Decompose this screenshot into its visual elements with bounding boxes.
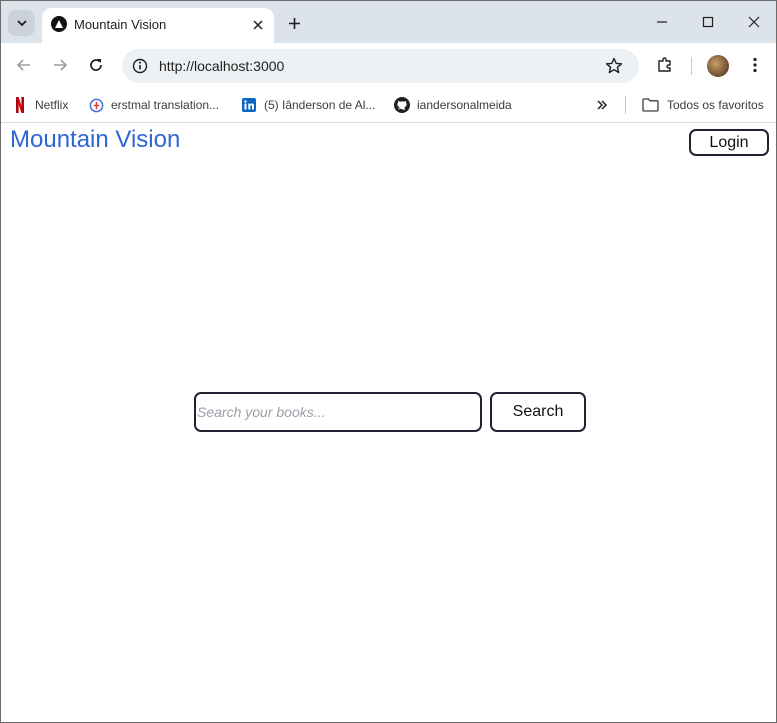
minimize-button[interactable] (647, 9, 677, 35)
kebab-menu-icon (753, 57, 757, 73)
tab-active[interactable]: Mountain Vision (42, 8, 274, 43)
puzzle-icon (658, 57, 671, 72)
double-chevron-right-icon (597, 100, 608, 110)
netflix-icon (15, 97, 25, 113)
tab-title: Mountain Vision (74, 17, 167, 32)
bookmark-github[interactable]: iandersonalmeida (394, 95, 512, 115)
search-input[interactable] (194, 392, 482, 432)
folder-icon (642, 97, 659, 113)
browser-window: Mountain Vision http://localhost:3000 Ne… (0, 0, 777, 723)
tab-close-icon[interactable] (249, 16, 267, 34)
bookmarks-divider (625, 96, 626, 114)
back-button[interactable] (12, 53, 36, 77)
maximize-button[interactable] (693, 9, 723, 35)
github-icon (394, 97, 410, 113)
close-icon (748, 16, 760, 28)
address-bar[interactable]: http://localhost:3000 (122, 49, 639, 83)
minimize-icon (657, 21, 667, 23)
bookmark-netflix[interactable]: Netflix (15, 95, 68, 115)
bookmark-label: (5) Iânderson de Al... (264, 98, 376, 112)
all-bookmarks-label: Todos os favoritos (667, 98, 764, 112)
search-button[interactable]: Search (490, 392, 586, 432)
bookmark-label: erstmal translation... (111, 98, 220, 112)
linkedin-icon (241, 97, 257, 113)
close-window-button[interactable] (739, 9, 769, 35)
profile-avatar[interactable] (707, 55, 729, 77)
plus-icon (288, 17, 300, 29)
reload-button[interactable] (84, 53, 108, 77)
menu-button[interactable] (743, 53, 767, 77)
brand-title[interactable]: Mountain Vision (10, 126, 180, 154)
toolbar-divider (691, 57, 692, 75)
bookmark-label: Netflix (35, 98, 69, 112)
forward-button[interactable] (48, 53, 72, 77)
maximize-icon (702, 16, 714, 28)
bookmarks-bar: Netflix erstmal translation... (5) Iânde… (1, 87, 776, 123)
bookmark-linkedin[interactable]: (5) Iânderson de Al... (241, 95, 375, 115)
browser-toolbar: http://localhost:3000 (1, 43, 776, 87)
site-info-icon[interactable] (132, 58, 148, 74)
tab-search-button[interactable] (8, 10, 35, 36)
all-bookmarks-folder[interactable]: Todos os favoritos (642, 95, 764, 115)
bookmark-star-icon[interactable] (604, 56, 624, 76)
login-button[interactable]: Login (689, 129, 769, 156)
chevron-down-icon (16, 20, 27, 27)
new-tab-button[interactable] (283, 12, 305, 34)
url-text[interactable]: http://localhost:3000 (159, 58, 284, 74)
bookmarks-overflow-button[interactable] (596, 95, 608, 115)
tab-strip: Mountain Vision (1, 1, 776, 43)
translation-icon (88, 97, 104, 113)
reload-icon (90, 59, 102, 71)
page-content: Mountain Vision Login Search (1, 124, 776, 722)
bookmark-translation[interactable]: erstmal translation... (88, 95, 219, 115)
tab-favicon-icon (51, 16, 67, 32)
arrow-left-icon (16, 59, 30, 71)
bookmark-label: iandersonalmeida (417, 98, 512, 112)
extensions-button[interactable] (653, 53, 677, 77)
arrow-right-icon (54, 59, 68, 71)
